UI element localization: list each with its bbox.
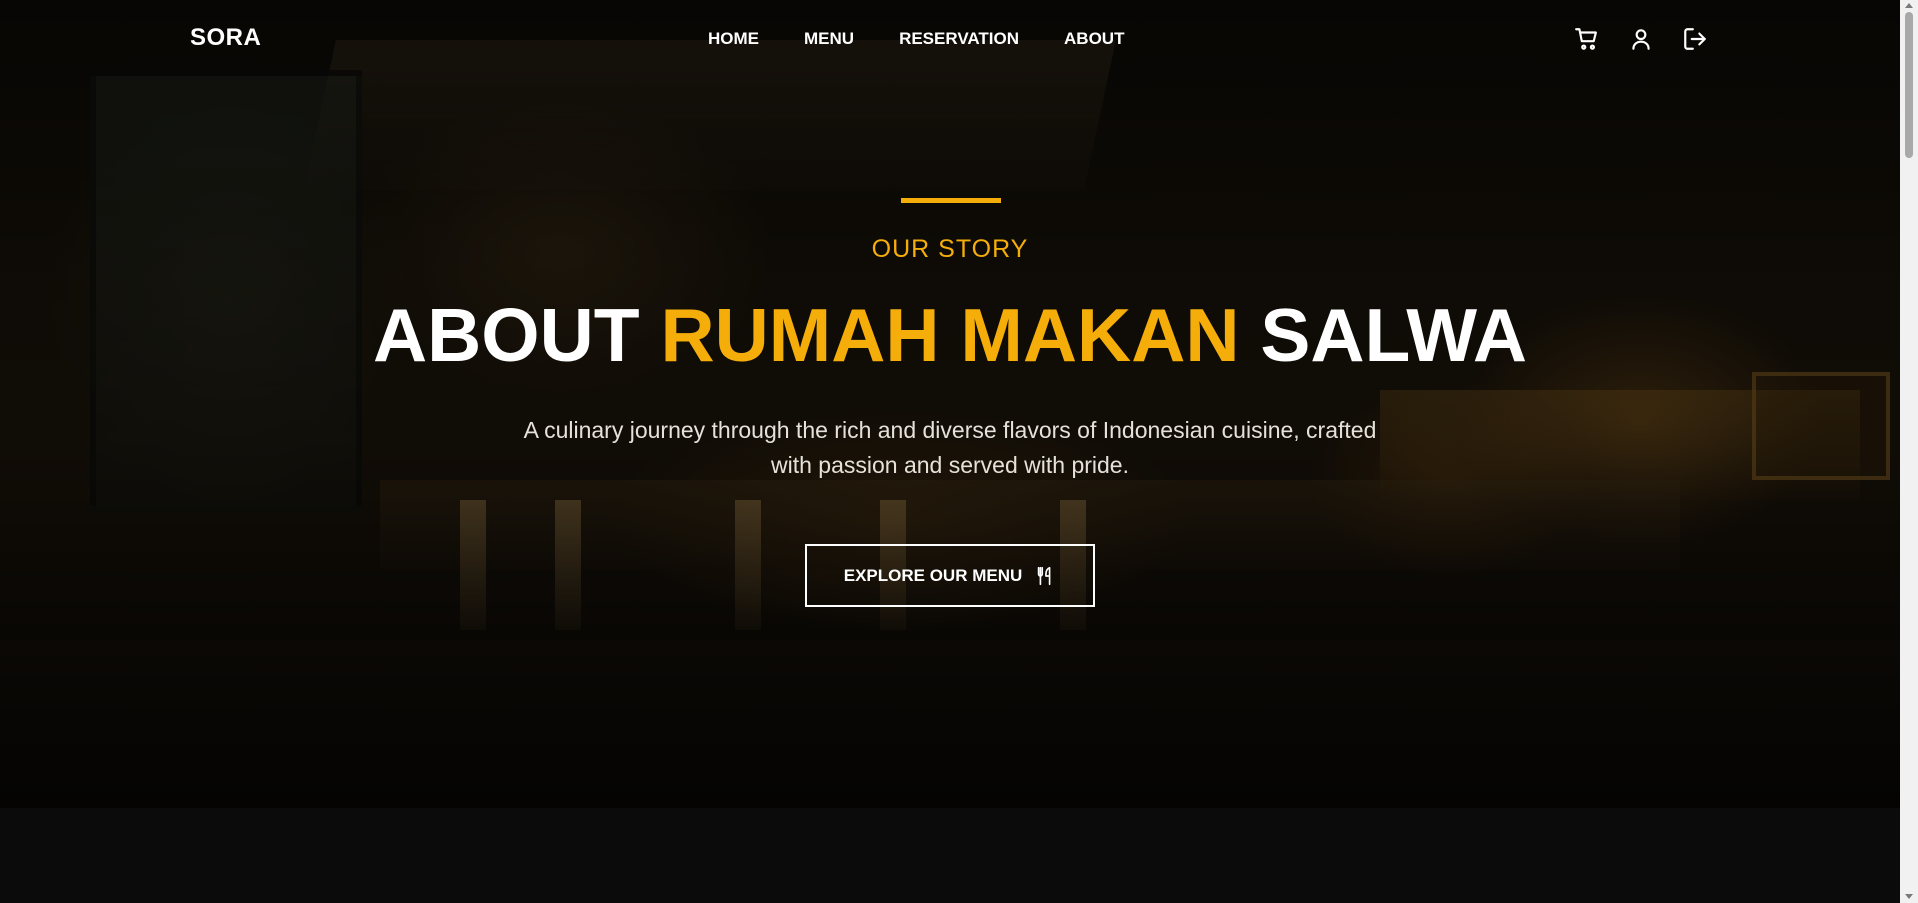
hero-subtitle: A culinary journey through the rich and … bbox=[450, 413, 1450, 483]
hero-subtitle-line1: A culinary journey through the rich and … bbox=[523, 417, 1377, 443]
scroll-up-arrow[interactable] bbox=[1905, 3, 1913, 8]
user-icon[interactable] bbox=[1628, 26, 1654, 52]
hero-eyebrow: OUR STORY bbox=[871, 235, 1029, 263]
accent-divider bbox=[901, 198, 1001, 203]
page: SORA HOME MENU RESERVATION ABOUT OUR STO… bbox=[0, 0, 1918, 903]
nav-link-menu[interactable]: MENU bbox=[804, 29, 854, 49]
nav-link-home[interactable]: HOME bbox=[708, 29, 759, 49]
cart-icon[interactable] bbox=[1574, 26, 1600, 52]
hero-title-part1: ABOUT bbox=[372, 293, 661, 377]
hero-title-part2: SALWA bbox=[1239, 293, 1528, 377]
hero-title-highlight: RUMAH MAKAN bbox=[660, 293, 1240, 377]
page-scrollbar[interactable] bbox=[1900, 0, 1918, 903]
hero-overlay bbox=[0, 0, 1900, 808]
scroll-thumb[interactable] bbox=[1905, 12, 1913, 158]
hero-title: ABOUT RUMAH MAKAN SALWA bbox=[0, 290, 1900, 380]
nav-link-about[interactable]: ABOUT bbox=[1064, 29, 1124, 49]
logout-icon[interactable] bbox=[1682, 26, 1708, 52]
scroll-down-arrow[interactable] bbox=[1905, 894, 1913, 899]
brand-logo[interactable]: SORA bbox=[190, 24, 261, 52]
next-section bbox=[0, 808, 1900, 903]
nav-actions bbox=[1574, 26, 1708, 52]
nav-links: HOME MENU RESERVATION ABOUT bbox=[708, 29, 1124, 49]
explore-menu-button[interactable]: EXPLORE OUR MENU bbox=[805, 544, 1095, 607]
top-navbar: SORA HOME MENU RESERVATION ABOUT bbox=[0, 0, 1900, 80]
hero-subtitle-line2: with passion and served with pride. bbox=[771, 452, 1129, 478]
hero-section: SORA HOME MENU RESERVATION ABOUT OUR STO… bbox=[0, 0, 1900, 808]
utensils-icon bbox=[1038, 566, 1051, 585]
explore-menu-label: EXPLORE OUR MENU bbox=[843, 565, 1023, 585]
nav-link-reservation[interactable]: RESERVATION bbox=[899, 29, 1019, 49]
